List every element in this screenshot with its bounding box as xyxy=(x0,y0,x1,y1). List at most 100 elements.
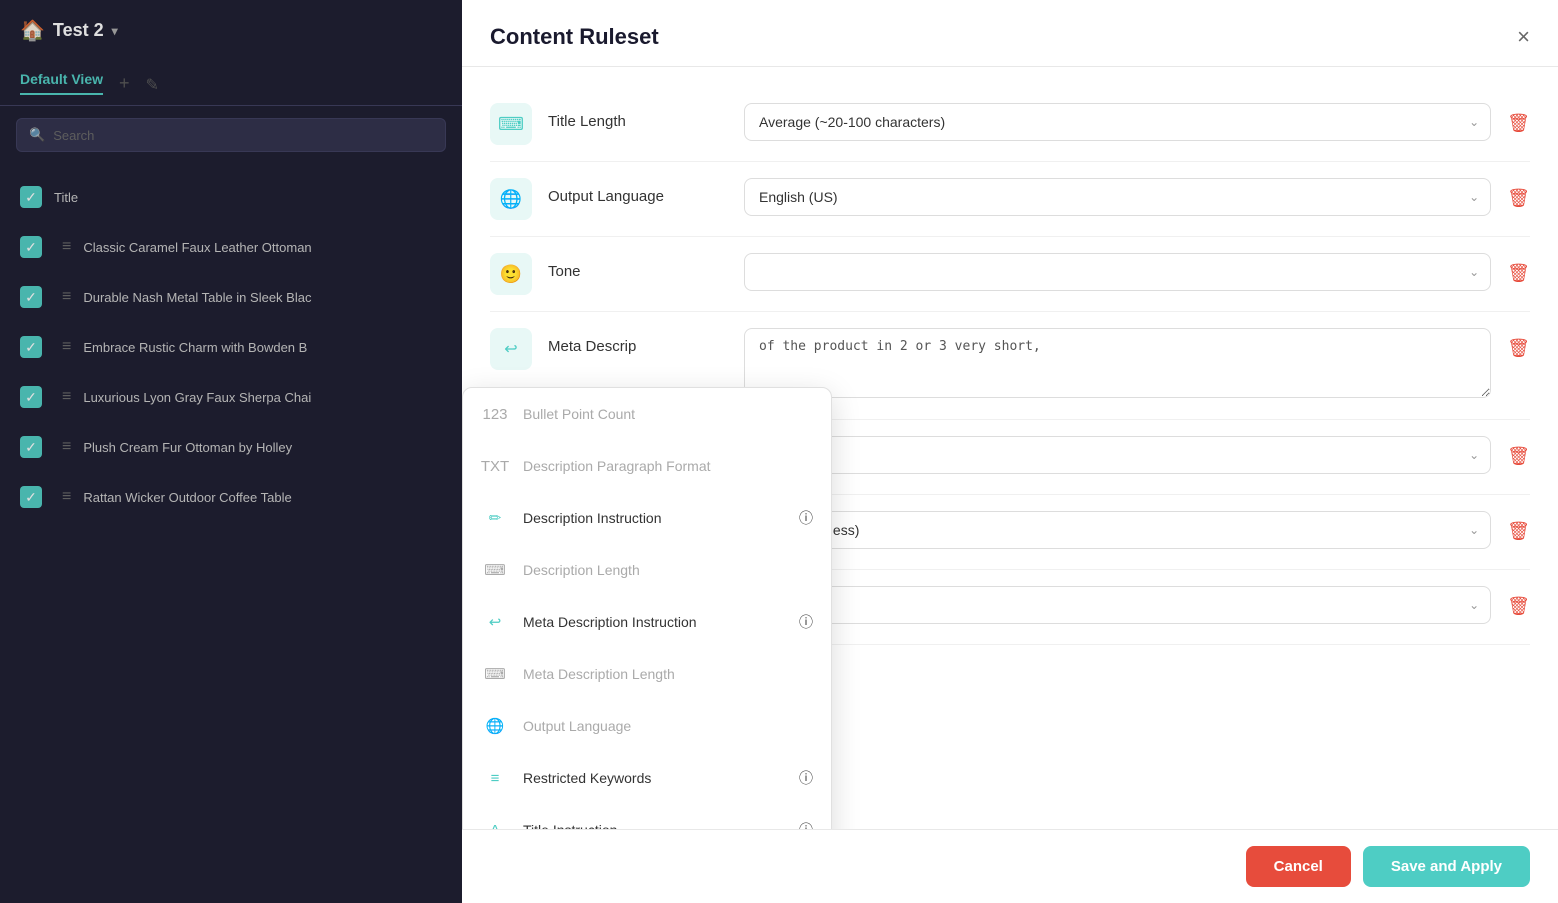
list-item[interactable]: ✓ ≡ Rattan Wicker Outdoor Coffee Table xyxy=(0,472,462,522)
sidebar: 🏠 Test 2 ▾ Default View + ✎ 🔍 Search ✓ T… xyxy=(0,0,462,903)
dropdown-item[interactable]: A Title Instruction ⓘ xyxy=(463,804,831,829)
dropdown-item[interactable]: ⌨ Description Length xyxy=(463,544,831,596)
title-length-icon: ⌨ xyxy=(490,103,532,145)
indent-icon: ≡ xyxy=(62,238,71,256)
meta-description-control: of the product in 2 or 3 very short, xyxy=(744,328,1491,403)
list-item[interactable]: ✓ ≡ Luxurious Lyon Gray Faux Sherpa Chai xyxy=(0,372,462,422)
indent-icon: ≡ xyxy=(62,438,71,456)
title-length-select[interactable]: Average (~20-100 characters) xyxy=(744,103,1491,141)
dropdown-item[interactable]: 🌐 Output Language xyxy=(463,700,831,752)
dropdown-item[interactable]: 123 Bullet Point Count xyxy=(463,388,831,440)
meta-description-icon: ↩ xyxy=(490,328,532,370)
dropdown-item-icon: ≡ xyxy=(481,764,509,792)
dropdown-item-icon: ⌨ xyxy=(481,556,509,584)
row-label: Classic Caramel Faux Leather Ottoman xyxy=(83,240,311,255)
bullet-point-count-select[interactable] xyxy=(744,436,1491,474)
check-icon: ✓ xyxy=(20,486,42,508)
indent-icon: ≡ xyxy=(62,288,71,306)
rule-row-title-length: ⌨ Title Length Average (~20-100 characte… xyxy=(490,87,1530,162)
bullet-point-count-control: ⌄ xyxy=(744,436,1491,474)
save-and-apply-button[interactable]: Save and Apply xyxy=(1363,846,1530,887)
title-length-label: Title Length xyxy=(548,103,728,130)
indent-icon: ≡ xyxy=(62,388,71,406)
row-label: Rattan Wicker Outdoor Coffee Table xyxy=(83,490,291,505)
info-icon: ⓘ xyxy=(799,508,813,528)
meta-description-textarea[interactable]: of the product in 2 or 3 very short, xyxy=(744,328,1491,398)
delete-output-language-button[interactable]: 🗑 xyxy=(1507,178,1530,209)
check-icon: ✓ xyxy=(20,336,42,358)
list-item[interactable]: ✓ ≡ Plush Cream Fur Ottoman by Holley xyxy=(0,422,462,472)
dropdown-item[interactable]: TXT Description Paragraph Format xyxy=(463,440,831,492)
list-item[interactable]: ✓ ≡ Durable Nash Metal Table in Sleek Bl… xyxy=(0,272,462,322)
info-icon: ⓘ xyxy=(799,820,813,829)
dropdown-item-icon: ↩ xyxy=(481,608,509,636)
dropdown-item-icon: 123 xyxy=(481,400,509,428)
dropdown-item-label: Description Paragraph Format xyxy=(523,458,813,474)
tone-icon: 🙂 xyxy=(490,253,532,295)
dropdown-item-label: Description Length xyxy=(523,562,813,578)
tone-control: ⌄ xyxy=(744,253,1491,291)
info-icon: ⓘ xyxy=(799,768,813,788)
tone-label: Tone xyxy=(548,253,728,280)
indent-icon: ≡ xyxy=(62,338,71,356)
dropdown-item-icon: A xyxy=(481,816,509,829)
delete-description-instruction-button[interactable]: 🗑 xyxy=(1507,586,1530,617)
title-length-control: Average (~20-100 characters) ⌄ xyxy=(744,103,1491,141)
dropdown-item-label: Meta Description Instruction xyxy=(523,614,785,630)
rule-row-output-language: 🌐 Output Language English (US) ⌄ 🗑 xyxy=(490,162,1530,237)
close-button[interactable]: × xyxy=(1517,26,1530,48)
list-item[interactable]: ✓ ≡ Embrace Rustic Charm with Bowden B xyxy=(0,322,462,372)
meta-description-label: Meta Descrip xyxy=(548,328,728,355)
list-item[interactable]: ✓ ≡ Classic Caramel Faux Leather Ottoman xyxy=(0,222,462,272)
search-placeholder: Search xyxy=(53,128,94,143)
check-icon: ✓ xyxy=(20,236,42,258)
check-icon: ✓ xyxy=(20,386,42,408)
dropdown-item-icon: TXT xyxy=(481,452,509,480)
meta-description-length-control: aracters or less) ⌄ xyxy=(744,511,1491,549)
dropdown-item-label: Output Language xyxy=(523,718,813,734)
check-icon: ✓ xyxy=(20,436,42,458)
delete-bullet-point-count-button[interactable]: 🗑 xyxy=(1507,436,1530,467)
dropdown-item-label: Description Instruction xyxy=(523,510,785,526)
dropdown-item[interactable]: ≡Restricted Keywordsⓘ xyxy=(463,752,831,804)
rule-row-tone: 🙂 Tone ⌄ 🗑 xyxy=(490,237,1530,312)
home-icon: 🏠 xyxy=(20,18,45,43)
row-label: Title xyxy=(54,190,78,205)
dropdown-item[interactable]: ↩Meta Description Instructionⓘ xyxy=(463,596,831,648)
output-language-select[interactable]: English (US) xyxy=(744,178,1491,216)
row-label: Plush Cream Fur Ottoman by Holley xyxy=(83,440,292,455)
chevron-down-icon: ▾ xyxy=(112,24,118,38)
dialog-body: ⌨ Title Length Average (~20-100 characte… xyxy=(462,67,1558,829)
row-label: Luxurious Lyon Gray Faux Sherpa Chai xyxy=(83,390,311,405)
description-instruction-control: ⌄ xyxy=(744,586,1491,624)
dropdown-item-icon: ⌨ xyxy=(481,660,509,688)
output-language-label: Output Language xyxy=(548,178,728,205)
dropdown-item[interactable]: ✏ Description Instruction ⓘ xyxy=(463,492,831,544)
dropdown-item-label: Title Instruction xyxy=(523,822,785,829)
dropdown-item-icon: ✏ xyxy=(481,504,509,532)
check-icon: ✓ xyxy=(20,286,42,308)
description-instruction-select[interactable] xyxy=(744,586,1491,624)
dropdown-item-icon: 🌐 xyxy=(481,712,509,740)
delete-meta-description-length-button[interactable]: 🗑 xyxy=(1507,511,1530,542)
add-view-icon[interactable]: + xyxy=(119,71,130,95)
sidebar-tabs: Default View + ✎ xyxy=(0,61,462,106)
edit-view-icon[interactable]: ✎ xyxy=(146,71,159,95)
sidebar-list: ✓ Title ✓ ≡ Classic Caramel Faux Leather… xyxy=(0,164,462,530)
cancel-button[interactable]: Cancel xyxy=(1246,846,1351,887)
default-view-tab[interactable]: Default View xyxy=(20,71,103,95)
content-ruleset-dialog: Content Ruleset × ⌨ Title Length Average… xyxy=(462,0,1558,903)
dropdown-item-label: Bullet Point Count xyxy=(523,406,813,422)
dropdown-item-label: Meta Description Length xyxy=(523,666,813,682)
dropdown-item[interactable]: ⌨ Meta Description Length xyxy=(463,648,831,700)
delete-title-length-button[interactable]: 🗑 xyxy=(1507,103,1530,134)
row-label: Durable Nash Metal Table in Sleek Blac xyxy=(83,290,311,305)
tone-select[interactable] xyxy=(744,253,1491,291)
delete-tone-button[interactable]: 🗑 xyxy=(1507,253,1530,284)
check-icon: ✓ xyxy=(20,186,42,208)
delete-meta-description-button[interactable]: 🗑 xyxy=(1507,328,1530,359)
search-bar[interactable]: 🔍 Search xyxy=(16,118,446,152)
list-item[interactable]: ✓ Title xyxy=(0,172,462,222)
meta-description-length-select[interactable]: aracters or less) xyxy=(744,511,1491,549)
dialog-title: Content Ruleset xyxy=(490,24,659,50)
